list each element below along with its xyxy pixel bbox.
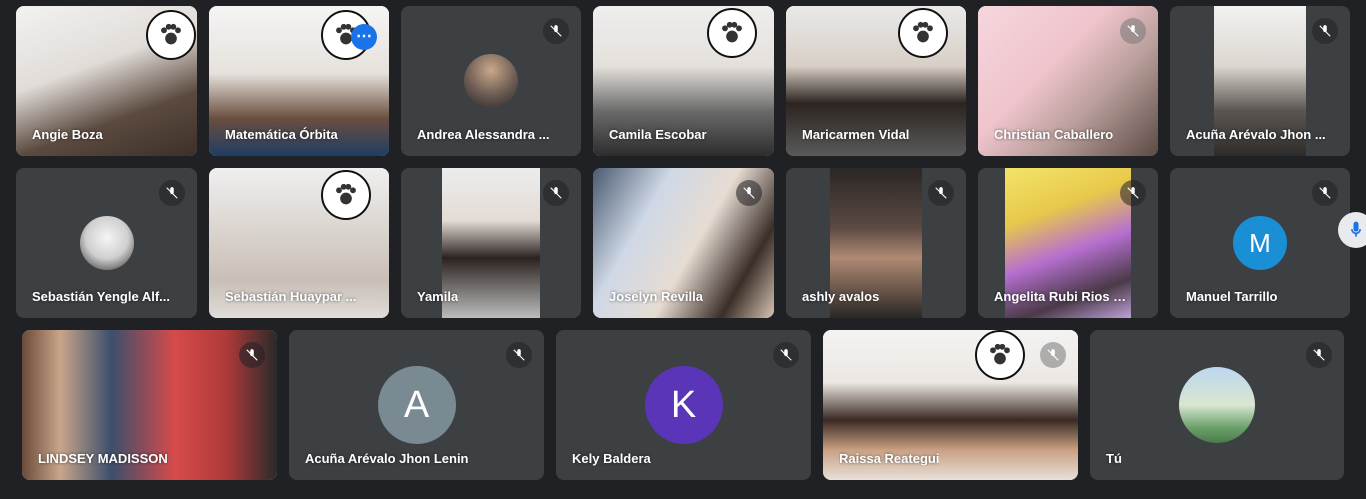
participant-tile[interactable]: Sebastián Yengle Alf... [16,168,197,318]
mic-off-icon [1306,342,1332,368]
mic-off-icon [159,180,185,206]
participant-tile[interactable]: ashly avalos [786,168,966,318]
participant-tile[interactable]: Sebastián Huaypar ... [209,168,389,318]
participant-tile[interactable]: Raissa Reategui [823,330,1078,480]
mic-off-icon [1312,18,1338,44]
avatar [1179,367,1255,443]
mic-off-icon [543,18,569,44]
participant-name: Yamila [417,289,459,304]
participant-tile[interactable]: Joselyn Revilla [593,168,774,318]
participant-tile[interactable]: Tú [1090,330,1344,480]
participant-name: Camila Escobar [609,127,707,142]
more-options-icon[interactable]: ⋯ [351,24,377,50]
mic-off-icon [773,342,799,368]
participant-name: Sebastián Huaypar ... [225,289,357,304]
participant-name: Manuel Tarrillo [1186,289,1278,304]
participant-name: Matemática Órbita [225,127,338,142]
participant-tile[interactable]: Christian Caballero [978,6,1158,156]
avatar-initial: A [403,383,430,426]
participant-name: Maricarmen Vidal [802,127,910,142]
participant-tile[interactable]: Camila Escobar [593,6,774,156]
paw-badge-icon [898,8,948,58]
participant-tile[interactable]: LINDSEY MADISSON [22,330,277,480]
mic-off-icon [1312,180,1338,206]
participant-tile[interactable]: Maricarmen Vidal [786,6,966,156]
paw-badge-icon [146,10,196,60]
avatar-initial: M [1249,227,1271,258]
participant-name: Angie Boza [32,127,103,142]
participant-name: LINDSEY MADISSON [38,451,168,466]
mic-off-icon [1040,342,1066,368]
mic-off-icon [736,180,762,206]
participant-name: Angelita Rubi Rios Fi... [994,289,1134,304]
participant-name: Joselyn Revilla [609,289,703,304]
participant-tile[interactable]: K Kely Baldera [556,330,811,480]
participant-tile[interactable]: Angie Boza [16,6,197,156]
participant-name: Andrea Alessandra ... [417,127,550,142]
speaking-mic-icon [1338,212,1366,248]
participant-name: ashly avalos [802,289,880,304]
participant-tile[interactable]: Angelita Rubi Rios Fi... [978,168,1158,318]
participant-tile[interactable]: ⋯ Matemática Órbita [209,6,389,156]
participant-name: Sebastián Yengle Alf... [32,289,170,304]
mic-off-icon [1120,18,1146,44]
avatar-initial: K [670,383,697,426]
participant-name: Christian Caballero [994,127,1114,142]
paw-badge-icon [975,330,1025,380]
participant-name: Acuña Arévalo Jhon Lenin [305,451,469,466]
participant-name: Kely Baldera [572,451,651,466]
participant-name: Raissa Reategui [839,451,940,466]
mic-off-icon [506,342,532,368]
avatar: M [1233,216,1287,270]
participant-tile[interactable]: M Manuel Tarrillo [1170,168,1350,318]
avatar: A [377,366,456,444]
participant-tile[interactable]: Andrea Alessandra ... [401,6,581,156]
participant-name: Tú [1106,451,1122,466]
participant-name: Acuña Arévalo Jhon ... [1186,127,1326,142]
participant-tile[interactable]: Acuña Arévalo Jhon ... [1170,6,1350,156]
participant-tile[interactable]: Yamila [401,168,581,318]
mic-off-icon [928,180,954,206]
mic-off-icon [1120,180,1146,206]
paw-badge-icon [707,8,757,58]
mic-off-icon [543,180,569,206]
mic-off-icon [239,342,265,368]
avatar [79,216,134,270]
avatar [464,54,518,108]
paw-badge-icon [321,170,371,220]
participant-tile[interactable]: A Acuña Arévalo Jhon Lenin [289,330,544,480]
avatar: K [644,366,723,444]
